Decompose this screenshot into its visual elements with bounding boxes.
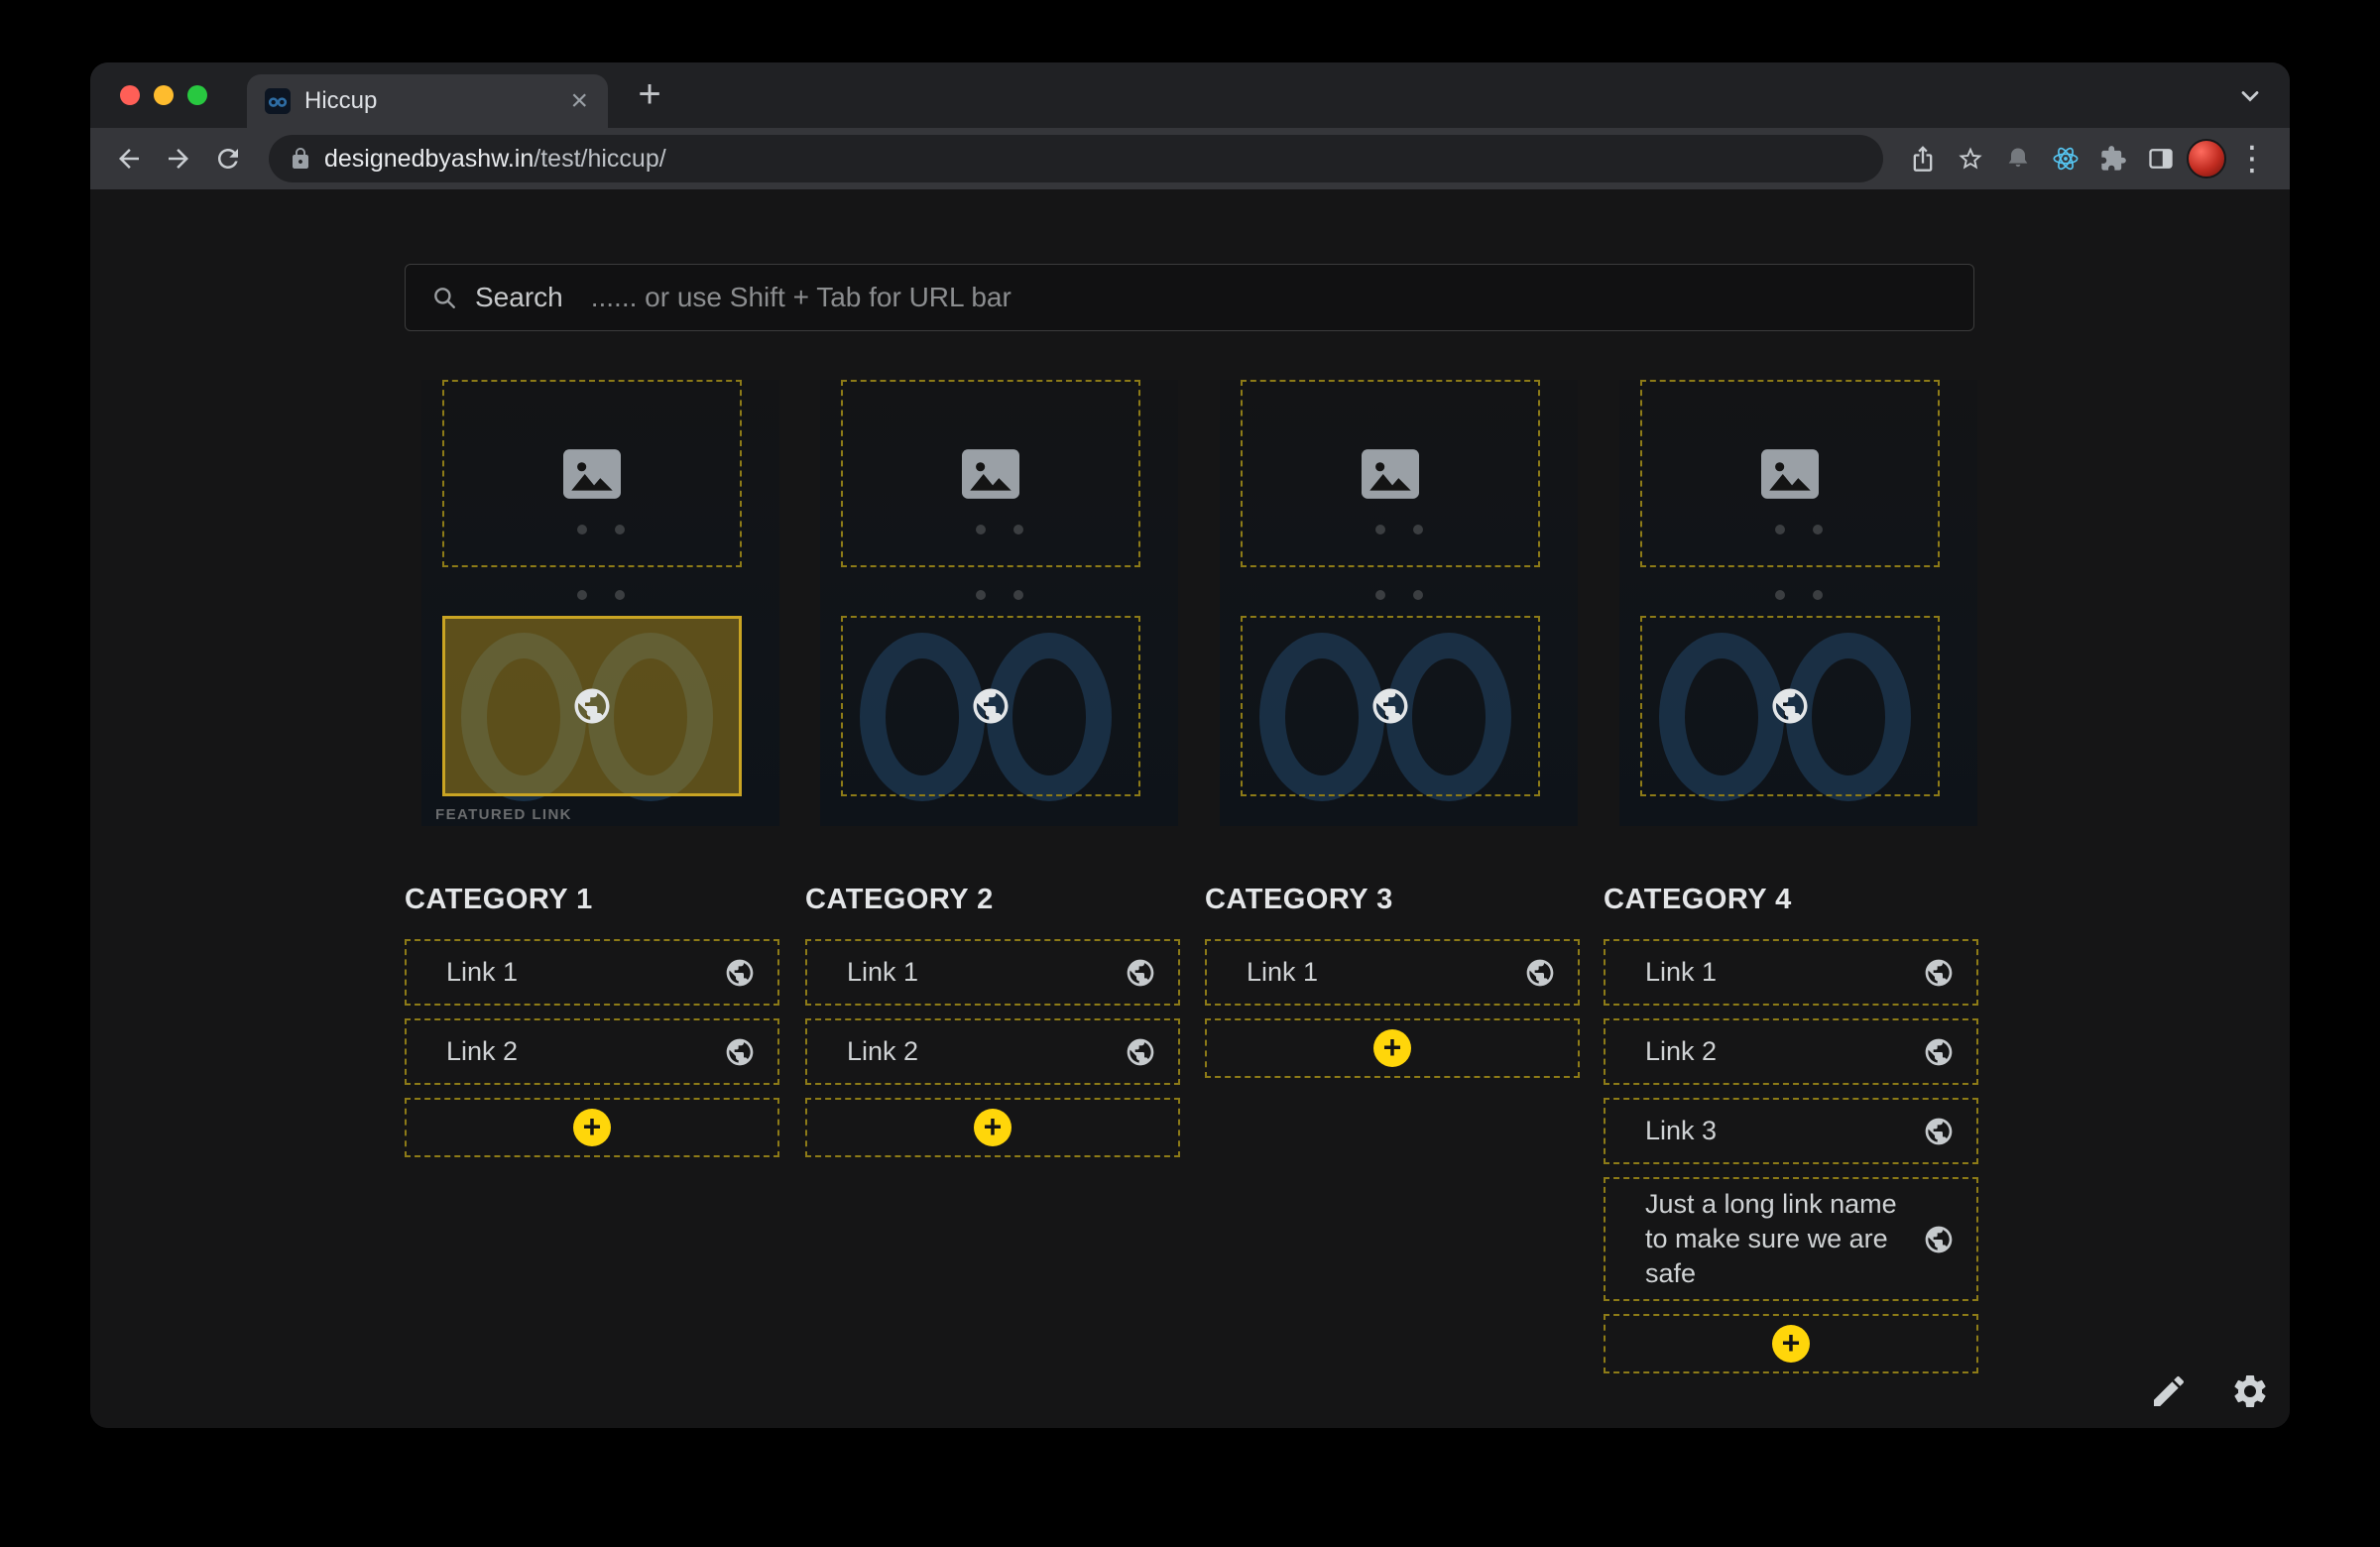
pencil-icon (2154, 1375, 2185, 1406)
link-item[interactable]: Link 2 (1604, 1018, 1978, 1085)
featured-image-slot-2[interactable] (841, 380, 1140, 567)
category-title: CATEGORY 1 (405, 884, 593, 915)
plus-icon: + (1772, 1325, 1810, 1364)
extension-bell-icon[interactable] (1996, 137, 2040, 180)
category-title: CATEGORY 3 (1205, 884, 1393, 915)
globe-icon (574, 688, 610, 724)
image-placeholder-icon (1362, 448, 1419, 499)
tab-strip: Hiccup × + (90, 62, 2290, 128)
globe-icon (973, 688, 1009, 724)
featured-link-slot-4[interactable] (1640, 616, 1940, 796)
side-panel-icon[interactable] (2139, 137, 2183, 180)
featured-column-3 (1220, 380, 1578, 826)
link-item[interactable]: Link 1 (1604, 939, 1978, 1006)
featured-column-2 (820, 380, 1178, 826)
browser-toolbar: designedbyashw.in/test/hiccup/ ⋮ (90, 128, 2290, 189)
share-icon[interactable] (1901, 137, 1945, 180)
globe-icon (1925, 959, 1953, 986)
featured-image-slot-4[interactable] (1640, 380, 1940, 567)
globe-icon (1372, 688, 1408, 724)
featured-link-slot-2[interactable] (841, 616, 1140, 796)
link-item[interactable]: Link 2 (805, 1018, 1180, 1085)
card-caption: FEATURED LINK (435, 806, 572, 823)
link-item[interactable]: Link 3 (1604, 1098, 1978, 1164)
browser-tab[interactable]: Hiccup × (247, 74, 608, 128)
category-4: CATEGORY 4 Link 1 Link 2 Link 3 Just a l… (1604, 884, 1978, 1374)
featured-link-slot-1[interactable] (442, 616, 742, 796)
tab-close-icon[interactable]: × (568, 86, 590, 116)
search-hint: ...... or use Shift + Tab for URL bar (590, 282, 1012, 312)
globe-icon (1925, 1118, 1953, 1144)
plus-icon: + (1373, 1029, 1411, 1067)
category-title: CATEGORY 4 (1604, 884, 1792, 915)
atom-extension-icon[interactable] (2044, 137, 2087, 180)
globe-icon (1925, 1226, 1953, 1252)
plus-icon: + (573, 1109, 611, 1146)
browser-menu-icon[interactable]: ⋮ (2230, 137, 2274, 180)
url-text: designedbyashw.in/test/hiccup/ (324, 144, 666, 173)
category-1: CATEGORY 1 Link 1 Link 2 + (405, 884, 779, 1157)
image-placeholder-icon (1761, 448, 1819, 499)
lock-icon (293, 148, 308, 169)
add-link-button[interactable]: + (805, 1098, 1180, 1157)
bookmark-star-icon[interactable] (1949, 137, 1992, 180)
add-link-button[interactable]: + (405, 1098, 779, 1157)
hiccup-favicon-icon (265, 88, 291, 114)
card-art-dots (576, 590, 625, 600)
refresh-icon[interactable] (205, 136, 251, 181)
featured-link-slot-3[interactable] (1241, 616, 1540, 796)
featured-column-4 (1619, 380, 1977, 826)
tab-title: Hiccup (304, 87, 378, 114)
traffic-lights (120, 85, 207, 105)
category-2: CATEGORY 2 Link 1 Link 2 + (805, 884, 1180, 1157)
minimize-window-button[interactable] (154, 85, 174, 105)
settings-button[interactable] (2226, 1368, 2274, 1415)
browser-window: Hiccup × + designedbyashw.in/test/hiccup… (90, 62, 2290, 1428)
globe-icon (1127, 959, 1154, 986)
back-icon[interactable] (106, 136, 152, 181)
new-tab-button[interactable]: + (628, 70, 671, 118)
extensions-puzzle-icon[interactable] (2091, 137, 2135, 180)
gear-icon (2234, 1375, 2266, 1407)
link-item[interactable]: Link 1 (1205, 939, 1580, 1006)
profile-avatar[interactable] (2187, 139, 2226, 178)
link-item[interactable]: Link 1 (405, 939, 779, 1006)
edit-button[interactable] (2145, 1368, 2193, 1415)
zoom-window-button[interactable] (187, 85, 207, 105)
card-art-dots (975, 590, 1023, 600)
link-item[interactable]: Link 1 (805, 939, 1180, 1006)
category-3: CATEGORY 3 Link 1 + (1205, 884, 1580, 1078)
globe-icon (726, 1038, 754, 1065)
plus-icon: + (974, 1109, 1012, 1146)
tab-search-chevron-icon[interactable] (2236, 82, 2264, 110)
close-window-button[interactable] (120, 85, 140, 105)
globe-icon (1526, 959, 1554, 986)
image-placeholder-icon (563, 448, 621, 499)
image-placeholder-icon (962, 448, 1019, 499)
page-content: Search ...... or use Shift + Tab for URL… (90, 189, 2290, 1428)
search-label: Search (475, 282, 563, 312)
featured-image-slot-1[interactable] (442, 380, 742, 567)
globe-icon (1772, 688, 1808, 724)
category-title: CATEGORY 2 (805, 884, 994, 915)
globe-icon (1925, 1038, 1953, 1065)
search-icon (434, 288, 455, 308)
card-art-dots (1374, 590, 1423, 600)
search-input[interactable]: Search ...... or use Shift + Tab for URL… (405, 264, 1974, 331)
card-art-dots (1774, 590, 1823, 600)
link-item[interactable]: Just a long link name to make sure we ar… (1604, 1177, 1978, 1302)
url-bar[interactable]: designedbyashw.in/test/hiccup/ (269, 135, 1883, 182)
globe-icon (1127, 1038, 1154, 1065)
add-link-button[interactable]: + (1604, 1314, 1978, 1374)
add-link-button[interactable]: + (1205, 1018, 1580, 1078)
globe-icon (726, 959, 754, 986)
featured-image-slot-3[interactable] (1241, 380, 1540, 567)
featured-column-1: FEATURED LINK (421, 380, 779, 826)
forward-icon[interactable] (156, 136, 201, 181)
link-item[interactable]: Link 2 (405, 1018, 779, 1085)
